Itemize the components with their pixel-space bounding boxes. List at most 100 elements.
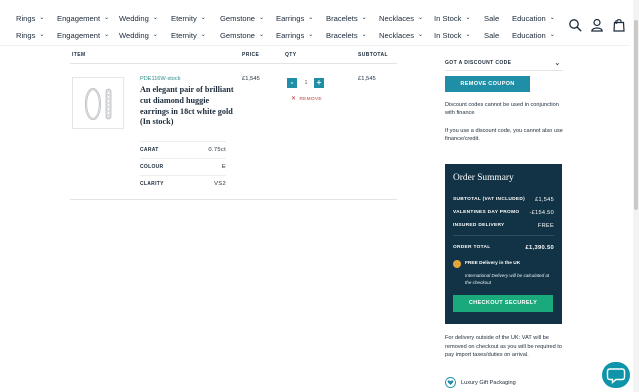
col-header-item: ITEM xyxy=(72,52,86,58)
page-scrollbar[interactable] xyxy=(633,0,639,392)
nav-education[interactable]: Education ⌄ xyxy=(512,14,555,23)
nav-label: Education xyxy=(512,14,546,23)
international-delivery-note: International Delivery will be calculate… xyxy=(465,273,550,285)
qty-decrease-button[interactable]: - xyxy=(287,78,297,88)
spec-row-carat: CARAT 0.75ct xyxy=(140,141,226,158)
chevron-down-icon: ⌄ xyxy=(361,15,367,21)
spec-value: VS2 xyxy=(214,181,226,187)
discount-credit-note: If you use a discount code, you cannot a… xyxy=(445,128,563,142)
summary-label: ORDER TOTAL xyxy=(453,245,491,250)
nav-label: Gemstone xyxy=(220,14,256,23)
nav-bracelets[interactable]: Bracelets ⌄ xyxy=(326,14,367,23)
nav-wedding[interactable]: Wedding ⌄ xyxy=(119,31,158,40)
earring-image xyxy=(84,87,112,121)
live-chat-button[interactable] xyxy=(602,362,630,388)
discount-finance-note: Discount codes cannot be used in conjunc… xyxy=(445,102,559,116)
table-header-divider xyxy=(70,63,397,64)
discount-divider xyxy=(445,70,563,71)
product-sku[interactable]: PDE116W-stock xyxy=(140,76,181,82)
col-header-price: PRICE xyxy=(242,52,260,58)
nav-rings[interactable]: Rings ⌄ xyxy=(16,31,44,40)
qty-increase-button[interactable]: + xyxy=(314,78,324,88)
nav-wedding[interactable]: Wedding ⌄ xyxy=(119,14,158,23)
remove-coupon-button[interactable]: REMOVE COUPON xyxy=(445,76,530,92)
chevron-down-icon: ⌄ xyxy=(104,32,110,38)
chevron-down-icon: ⌄ xyxy=(200,15,206,21)
nav-necklaces[interactable]: Necklaces ⌄ xyxy=(379,31,423,40)
nav-label: Wedding xyxy=(119,14,149,23)
nav-label: Bracelets xyxy=(326,14,358,23)
nav-label: In Stock xyxy=(434,31,462,40)
nav-label: Eternity xyxy=(171,14,197,23)
nav-eternity[interactable]: Eternity ⌄ xyxy=(171,31,206,40)
checkout-button[interactable]: CHECKOUT SECURELY xyxy=(453,295,553,312)
scrollbar-thumb[interactable] xyxy=(634,20,638,210)
summary-label: VALENTINES DAY PROMO xyxy=(453,210,520,215)
chevron-down-icon: ⌄ xyxy=(418,15,424,21)
spec-key: CLARITY xyxy=(140,181,164,187)
luxury-packaging-label: Luxury Gift Packaging xyxy=(461,379,516,386)
header-icons: 0 xyxy=(566,14,636,38)
nav-rings[interactable]: Rings ⌄ xyxy=(16,14,44,23)
nav-sale[interactable]: Sale xyxy=(484,31,499,40)
account-icon[interactable] xyxy=(590,18,604,32)
chevron-down-icon: ⌄ xyxy=(259,15,265,21)
chevron-down-icon: ⌄ xyxy=(308,15,314,21)
spec-value: E xyxy=(221,164,226,170)
summary-divider xyxy=(453,235,554,236)
nav-sale[interactable]: Sale xyxy=(484,14,499,23)
nav-label: In Stock xyxy=(434,14,462,23)
nav-label: Engagement xyxy=(57,31,101,40)
free-delivery-text: FREE Delivery in the UK xyxy=(465,261,521,266)
nav-eternity[interactable]: Eternity ⌄ xyxy=(171,14,206,23)
nav-label: Rings xyxy=(16,31,36,40)
discount-code-toggle[interactable]: GOT A DISCOUNT CODE xyxy=(445,60,511,66)
summary-value: FREE xyxy=(537,223,554,229)
nav-engagement[interactable]: Engagement ⌄ xyxy=(57,14,109,23)
chevron-down-icon: ⌄ xyxy=(418,32,424,38)
nav-in-stock[interactable]: In Stock ⌄ xyxy=(434,14,470,23)
nav-education[interactable]: Education ⌄ xyxy=(512,31,555,40)
chevron-down-icon: ⌄ xyxy=(104,15,110,21)
nav-necklaces[interactable]: Necklaces ⌄ xyxy=(379,14,423,23)
search-icon[interactable] xyxy=(568,18,582,32)
nav-label: Rings xyxy=(16,14,36,23)
chevron-down-icon: ⌄ xyxy=(465,15,471,21)
nav-gemstone[interactable]: Gemstone ⌄ xyxy=(220,31,264,40)
product-title[interactable]: An elegant pair of brilliant cut diamond… xyxy=(140,85,236,128)
summary-value: -£154.50 xyxy=(529,210,554,216)
nav-earrings[interactable]: Earrings ⌄ xyxy=(276,14,313,23)
cart-count-badge: 0 xyxy=(615,20,618,26)
nav-gemstone[interactable]: Gemstone ⌄ xyxy=(220,14,264,23)
nav-label: Sale xyxy=(484,14,500,23)
product-image[interactable] xyxy=(72,77,124,129)
chevron-down-icon: ⌄ xyxy=(465,32,471,38)
chevron-down-icon[interactable]: ⌄ xyxy=(554,58,561,67)
nav-earrings[interactable]: Earrings ⌄ xyxy=(276,31,313,40)
spec-value: 0.75ct xyxy=(208,147,226,153)
nav-bracelets[interactable]: Bracelets ⌄ xyxy=(326,31,367,40)
summary-value: £1,390.50 xyxy=(525,245,554,251)
summary-label: SUBTOTAL (VAT INCLUDED) xyxy=(453,197,526,202)
order-summary-panel: Order Summary SUBTOTAL (VAT INCLUDED) £1… xyxy=(445,164,562,324)
chevron-down-icon: ⌄ xyxy=(152,15,158,21)
nav-label: Bracelets xyxy=(326,31,358,40)
nav-label: Necklaces xyxy=(379,31,415,40)
nav-in-stock[interactable]: In Stock ⌄ xyxy=(434,31,470,40)
col-header-qty: QTY xyxy=(285,52,297,58)
nav-label: Earrings xyxy=(276,31,305,40)
outside-uk-note: For delivery outside of the UK: VAT will… xyxy=(445,335,562,359)
nav-engagement[interactable]: Engagement ⌄ xyxy=(57,31,109,40)
remove-item-link[interactable]: ✕ REMOVE xyxy=(291,95,322,102)
chevron-down-icon: ⌄ xyxy=(200,32,206,38)
chevron-down-icon: ⌄ xyxy=(152,32,158,38)
spec-row-clarity: CLARITY VS2 xyxy=(140,175,226,192)
qty-value[interactable]: 1 xyxy=(301,80,311,86)
luxury-packaging-row[interactable]: Luxury Gift Packaging xyxy=(445,377,516,388)
nav-label: Engagement xyxy=(57,14,101,23)
nav-label: Education xyxy=(512,31,546,40)
line-subtotal: £1,545 xyxy=(358,76,376,82)
summary-label: INSURED DELIVERY xyxy=(453,223,505,228)
chevron-down-icon: ⌄ xyxy=(39,15,45,21)
chevron-down-icon: ⌄ xyxy=(39,32,45,38)
